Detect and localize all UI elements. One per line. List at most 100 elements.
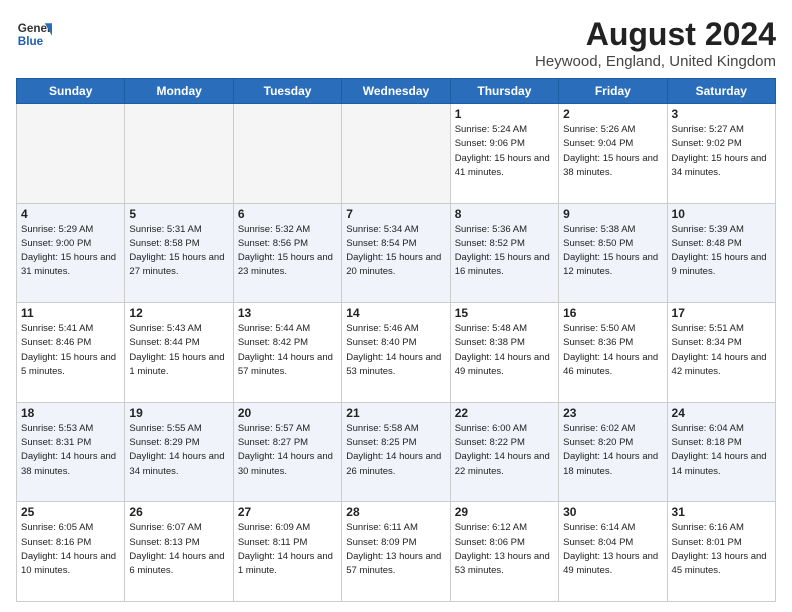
day-number: 26: [129, 505, 228, 519]
day-info: Sunrise: 5:29 AM Sunset: 9:00 PM Dayligh…: [21, 223, 120, 280]
day-number: 28: [346, 505, 445, 519]
calendar-cell: 5Sunrise: 5:31 AM Sunset: 8:58 PM Daylig…: [125, 203, 233, 303]
calendar-week-row: 25 Sunrise: 6:05 AM Sunset: 8:16 PM Dayli…: [17, 502, 776, 602]
calendar-cell: [233, 104, 341, 204]
calendar-week-row: 11 Sunrise: 5:41 AM Sunset: 8:46 PM Dayli…: [17, 303, 776, 403]
day-number: 2: [563, 107, 662, 121]
day-info: Sunrise: 6:14 AM Sunset: 8:04 PM Dayligh…: [563, 521, 662, 578]
day-info: Sunrise: 5:41 AM Sunset: 8:46 PM Dayligh…: [21, 322, 120, 379]
calendar-cell: 29 Sunrise: 6:12 AM Sunset: 8:06 PM Dayli…: [450, 502, 558, 602]
day-number: 3: [672, 107, 771, 121]
calendar-cell: 30 Sunrise: 6:14 AM Sunset: 8:04 PM Dayli…: [559, 502, 667, 602]
day-info: Sunrise: 5:32 AM Sunset: 8:56 PM Dayligh…: [238, 223, 337, 280]
day-info: Sunrise: 6:00 AM Sunset: 8:22 PM Dayligh…: [455, 422, 554, 479]
day-number: 27: [238, 505, 337, 519]
weekday-header-row: SundayMondayTuesdayWednesdayThursdayFrid…: [17, 79, 776, 104]
day-info: Sunrise: 5:43 AM Sunset: 8:44 PM Dayligh…: [129, 322, 228, 379]
calendar-cell: 23 Sunrise: 6:02 AM Sunset: 8:20 PM Dayli…: [559, 402, 667, 502]
day-number: 14: [346, 306, 445, 320]
calendar-cell: 1 Sunrise: 5:24 AM Sunset: 9:06 PM Daylig…: [450, 104, 558, 204]
calendar-cell: [17, 104, 125, 204]
day-info: Sunrise: 5:50 AM Sunset: 8:36 PM Dayligh…: [563, 322, 662, 379]
calendar-cell: 6Sunrise: 5:32 AM Sunset: 8:56 PM Daylig…: [233, 203, 341, 303]
calendar-cell: 18 Sunrise: 5:53 AM Sunset: 8:31 PM Dayli…: [17, 402, 125, 502]
day-info: Sunrise: 6:12 AM Sunset: 8:06 PM Dayligh…: [455, 521, 554, 578]
day-info: Sunrise: 6:02 AM Sunset: 8:20 PM Dayligh…: [563, 422, 662, 479]
weekday-header: Sunday: [17, 79, 125, 104]
day-info: Sunrise: 5:39 AM Sunset: 8:48 PM Dayligh…: [672, 223, 771, 280]
title-section: August 2024 Heywood, England, United Kin…: [535, 16, 776, 70]
weekday-header: Friday: [559, 79, 667, 104]
calendar-cell: 2Sunrise: 5:26 AM Sunset: 9:04 PM Daylig…: [559, 104, 667, 204]
calendar-cell: 9 Sunrise: 5:38 AM Sunset: 8:50 PM Daylig…: [559, 203, 667, 303]
calendar-cell: 16 Sunrise: 5:50 AM Sunset: 8:36 PM Dayli…: [559, 303, 667, 403]
day-info: Sunrise: 5:24 AM Sunset: 9:06 PM Dayligh…: [455, 123, 554, 180]
day-info: Sunrise: 6:09 AM Sunset: 8:11 PM Dayligh…: [238, 521, 337, 578]
day-number: 22: [455, 406, 554, 420]
day-info: Sunrise: 6:07 AM Sunset: 8:13 PM Dayligh…: [129, 521, 228, 578]
calendar-cell: 17 Sunrise: 5:51 AM Sunset: 8:34 PM Dayli…: [667, 303, 775, 403]
day-number: 8: [455, 207, 554, 221]
day-number: 18: [21, 406, 120, 420]
day-info: Sunrise: 5:46 AM Sunset: 8:40 PM Dayligh…: [346, 322, 445, 379]
day-info: Sunrise: 5:55 AM Sunset: 8:29 PM Dayligh…: [129, 422, 228, 479]
calendar-week-row: 1 Sunrise: 5:24 AM Sunset: 9:06 PM Daylig…: [17, 104, 776, 204]
day-number: 19: [129, 406, 228, 420]
day-info: Sunrise: 5:31 AM Sunset: 8:58 PM Dayligh…: [129, 223, 228, 280]
day-number: 4: [21, 207, 120, 221]
calendar-cell: 31 Sunrise: 6:16 AM Sunset: 8:01 PM Dayli…: [667, 502, 775, 602]
calendar-cell: [342, 104, 450, 204]
day-number: 10: [672, 207, 771, 221]
logo-icon: General Blue: [16, 16, 52, 52]
calendar-cell: 7Sunrise: 5:34 AM Sunset: 8:54 PM Daylig…: [342, 203, 450, 303]
day-number: 21: [346, 406, 445, 420]
day-info: Sunrise: 6:05 AM Sunset: 8:16 PM Dayligh…: [21, 521, 120, 578]
page: General Blue August 2024 Heywood, Englan…: [0, 0, 792, 612]
day-info: Sunrise: 5:53 AM Sunset: 8:31 PM Dayligh…: [21, 422, 120, 479]
calendar-cell: 24Sunrise: 6:04 AM Sunset: 8:18 PM Dayli…: [667, 402, 775, 502]
calendar-cell: 28Sunrise: 6:11 AM Sunset: 8:09 PM Dayli…: [342, 502, 450, 602]
calendar-cell: 22 Sunrise: 6:00 AM Sunset: 8:22 PM Dayli…: [450, 402, 558, 502]
day-number: 31: [672, 505, 771, 519]
day-number: 29: [455, 505, 554, 519]
calendar-week-row: 18 Sunrise: 5:53 AM Sunset: 8:31 PM Dayli…: [17, 402, 776, 502]
calendar-cell: 25 Sunrise: 6:05 AM Sunset: 8:16 PM Dayli…: [17, 502, 125, 602]
weekday-header: Saturday: [667, 79, 775, 104]
calendar-cell: 10 Sunrise: 5:39 AM Sunset: 8:48 PM Dayli…: [667, 203, 775, 303]
svg-text:Blue: Blue: [18, 35, 44, 48]
day-number: 23: [563, 406, 662, 420]
weekday-header: Wednesday: [342, 79, 450, 104]
day-info: Sunrise: 5:38 AM Sunset: 8:50 PM Dayligh…: [563, 223, 662, 280]
day-number: 9: [563, 207, 662, 221]
day-number: 17: [672, 306, 771, 320]
day-number: 20: [238, 406, 337, 420]
calendar-cell: 12Sunrise: 5:43 AM Sunset: 8:44 PM Dayli…: [125, 303, 233, 403]
day-info: Sunrise: 5:58 AM Sunset: 8:25 PM Dayligh…: [346, 422, 445, 479]
logo: General Blue: [16, 16, 52, 52]
day-info: Sunrise: 5:36 AM Sunset: 8:52 PM Dayligh…: [455, 223, 554, 280]
day-info: Sunrise: 5:27 AM Sunset: 9:02 PM Dayligh…: [672, 123, 771, 180]
calendar-cell: 8 Sunrise: 5:36 AM Sunset: 8:52 PM Daylig…: [450, 203, 558, 303]
day-number: 1: [455, 107, 554, 121]
calendar-cell: 4 Sunrise: 5:29 AM Sunset: 9:00 PM Daylig…: [17, 203, 125, 303]
day-number: 24: [672, 406, 771, 420]
weekday-header: Thursday: [450, 79, 558, 104]
calendar-cell: 27 Sunrise: 6:09 AM Sunset: 8:11 PM Dayli…: [233, 502, 341, 602]
day-number: 13: [238, 306, 337, 320]
calendar-cell: 19 Sunrise: 5:55 AM Sunset: 8:29 PM Dayli…: [125, 402, 233, 502]
day-info: Sunrise: 5:51 AM Sunset: 8:34 PM Dayligh…: [672, 322, 771, 379]
day-number: 11: [21, 306, 120, 320]
calendar-cell: 14 Sunrise: 5:46 AM Sunset: 8:40 PM Dayli…: [342, 303, 450, 403]
day-number: 7: [346, 207, 445, 221]
subtitle: Heywood, England, United Kingdom: [535, 53, 776, 70]
calendar-cell: 15Sunrise: 5:48 AM Sunset: 8:38 PM Dayli…: [450, 303, 558, 403]
day-number: 25: [21, 505, 120, 519]
day-number: 30: [563, 505, 662, 519]
day-info: Sunrise: 5:44 AM Sunset: 8:42 PM Dayligh…: [238, 322, 337, 379]
day-info: Sunrise: 6:16 AM Sunset: 8:01 PM Dayligh…: [672, 521, 771, 578]
weekday-header: Tuesday: [233, 79, 341, 104]
calendar-table: SundayMondayTuesdayWednesdayThursdayFrid…: [16, 78, 776, 602]
calendar-week-row: 4 Sunrise: 5:29 AM Sunset: 9:00 PM Daylig…: [17, 203, 776, 303]
day-number: 16: [563, 306, 662, 320]
header: General Blue August 2024 Heywood, Englan…: [16, 16, 776, 70]
